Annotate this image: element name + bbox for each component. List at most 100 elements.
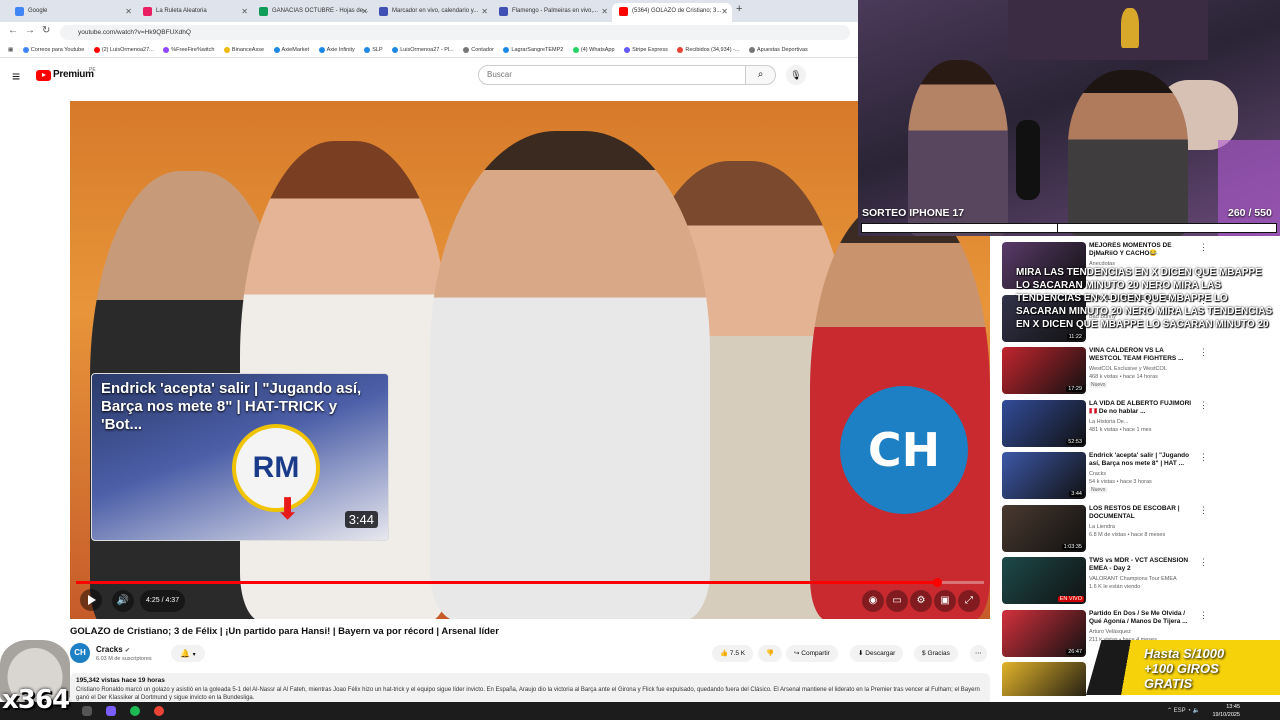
close-icon[interactable]: ✕: [601, 3, 608, 20]
brand-name[interactable]: Premium: [53, 69, 94, 80]
bookmark-item[interactable]: Axie Infinity: [318, 42, 355, 57]
thanks-button[interactable]: $ Gracias: [914, 645, 958, 662]
bookmark-label: LuisOrmenoa27 - Pl...: [400, 47, 454, 53]
search-button[interactable]: ⌕: [746, 65, 776, 85]
youtube-logo-icon[interactable]: [36, 70, 51, 81]
back-icon[interactable]: ←: [8, 25, 18, 36]
bookmark-icon: [22, 46, 29, 53]
bookmark-item[interactable]: LagrarSangreTEMP2: [503, 42, 563, 57]
spotify-icon[interactable]: [130, 706, 140, 716]
bookmark-item[interactable]: SLP: [364, 42, 383, 57]
bookmark-item[interactable]: Contador: [463, 42, 494, 57]
bookmark-item[interactable]: (4) WhatsApp: [572, 42, 615, 57]
progress-bar[interactable]: [76, 578, 984, 587]
bookmark-item[interactable]: AxieMarket: [273, 42, 309, 57]
bookmark-label: Apuestas Deportivas: [757, 47, 808, 53]
menu-icon[interactable]: ≡: [12, 68, 20, 84]
download-button[interactable]: ⬇ Descargar: [850, 645, 904, 662]
tab-google[interactable]: Google ✕: [8, 3, 136, 22]
system-tray[interactable]: ⌃ ESP ◔ 🔈: [1167, 707, 1200, 714]
voice-search-button[interactable]: 🎙: [786, 65, 806, 85]
video-thumbnail[interactable]: 1:03:35: [1002, 504, 1086, 552]
bookmark-icon: [364, 46, 371, 53]
share-button[interactable]: ↪ Compartir: [786, 645, 838, 662]
bookmark-item[interactable]: LuisOrmenoa27 - Pl...: [392, 42, 454, 57]
more-options-icon[interactable]: ⋮: [1199, 505, 1208, 516]
progress-scrubber[interactable]: [932, 578, 942, 587]
channel-avatar[interactable]: CH: [70, 643, 90, 663]
theater-button[interactable]: ▣: [934, 590, 956, 612]
more-options-icon[interactable]: ⋮: [1199, 610, 1208, 621]
tab-youtube-active[interactable]: (5364) GOLAZO de Cristiano; 3... ✕: [612, 3, 732, 22]
bookmark-item[interactable]: (2) LuisOrmenoa27...: [93, 42, 154, 57]
endscreen-video-card[interactable]: Endrick 'acepta' salir | "Jugando así, B…: [91, 373, 389, 541]
video-thumbnail[interactable]: 26:47: [1002, 609, 1086, 657]
fullscreen-button[interactable]: ⤢: [958, 590, 980, 612]
taskbar-app-icon[interactable]: [82, 706, 92, 716]
reload-icon[interactable]: ↻: [42, 25, 50, 36]
video-thumbnail[interactable]: 1:29:26: [1002, 662, 1086, 696]
tab-ganancias[interactable]: GANACIAS OCTUBRE - Hojas de... ✕: [252, 3, 372, 22]
close-icon[interactable]: ✕: [241, 3, 248, 20]
progress-fill: [76, 581, 937, 584]
related-video-item[interactable]: 17:29 VIÑA CALDERON VS LA WESTCOL TEAM FI…: [1002, 347, 1272, 395]
bookmark-item[interactable]: BinanceAsse: [223, 42, 264, 57]
speaker-icon: 🔈: [1192, 708, 1200, 714]
related-video-item[interactable]: 1:03:35 LOS RESTOS DE ESCOBAR | DOCUMENTA…: [1002, 504, 1272, 553]
tab-marcador[interactable]: Marcador en vivo, calendario y... ✕: [372, 3, 492, 22]
video-thumbnail[interactable]: 17:29: [1002, 347, 1086, 394]
video-thumbnail[interactable]: EN VIVO: [1002, 557, 1086, 604]
bookmark-item[interactable]: Stripe Express: [624, 42, 668, 57]
more-actions-button[interactable]: ⋯: [970, 645, 987, 662]
related-video-title: LA VIDA DE ALBERTO FUJIMORI 🇵🇪 De no hab…: [1089, 399, 1192, 415]
more-options-icon[interactable]: ⋮: [1199, 347, 1208, 358]
subtitles-button[interactable]: ▭: [886, 590, 908, 612]
subscribe-bell-button[interactable]: 🔔 ▾: [171, 645, 205, 662]
close-icon[interactable]: ✕: [721, 3, 728, 20]
bookmarks-bar: ▦ Correos para Youtube (2) LuisOrmenoa27…: [0, 42, 858, 58]
video-thumbnail[interactable]: 52:53: [1002, 399, 1086, 447]
more-options-icon[interactable]: ⋮: [1199, 242, 1208, 253]
like-button[interactable]: 👍 7.5 K: [712, 645, 754, 662]
url-field[interactable]: youtube.com/watch?v=Hk9QBFUXdhQ: [60, 25, 850, 40]
close-icon[interactable]: ✕: [361, 3, 368, 20]
bookmark-item[interactable]: %FreeFire%witch: [163, 42, 214, 57]
channel-name[interactable]: Cracks ✔: [96, 645, 130, 654]
new-tab-icon[interactable]: +: [736, 3, 742, 15]
taskbar-app-icon[interactable]: [106, 706, 116, 716]
settings-button[interactable]: ⚙: [910, 590, 932, 612]
close-icon[interactable]: ✕: [481, 3, 488, 20]
more-options-icon[interactable]: ⋮: [1199, 452, 1208, 463]
tab-flamengo[interactable]: Flamengo - Palmeiras en vivo,... ✕: [492, 3, 612, 22]
goal-counter: 260 / 550: [1228, 207, 1272, 219]
more-options-icon[interactable]: ⋮: [1199, 557, 1208, 568]
search-input[interactable]: Buscar: [478, 65, 746, 85]
bookmark-item[interactable]: Correos para Youtube: [22, 42, 84, 57]
more-options-icon[interactable]: ⋮: [1199, 400, 1208, 411]
volume-button[interactable]: 🔊: [112, 590, 134, 612]
chrome-icon[interactable]: [154, 706, 164, 716]
language-indicator: ESP: [1173, 708, 1186, 714]
related-video-item[interactable]: 3:44 Endrick 'acepta' salir | "Jugando as…: [1002, 452, 1272, 500]
score-favicon-icon: [379, 7, 388, 16]
related-video-item[interactable]: EN VIVO TWS vs MDR - VCT ASCENSION EMEA -…: [1002, 557, 1272, 605]
chevron-up-icon: ⌃: [1166, 708, 1172, 714]
play-button[interactable]: [80, 589, 102, 611]
browser-tab-bar: Google ✕ La Ruleta Aleatoria ✕ GANACIAS …: [0, 0, 858, 22]
video-thumbnail[interactable]: 3:44: [1002, 452, 1086, 499]
related-video-meta: 1.6 K le están viendo: [1089, 584, 1141, 590]
bookmark-label: Contador: [471, 47, 494, 53]
bookmark-item[interactable]: Apuestas Deportivas: [749, 42, 808, 57]
tab-label: (5364) GOLAZO de Cristiano; 3...: [632, 8, 722, 14]
dislike-button[interactable]: 👎: [758, 645, 783, 662]
autoplay-toggle[interactable]: ◉: [862, 590, 884, 612]
tab-ruleta[interactable]: La Ruleta Aleatoria ✕: [136, 3, 252, 22]
bookmark-item[interactable]: Recibidos (34,934) -...: [677, 42, 739, 57]
related-video-item[interactable]: 52:53 LA VIDA DE ALBERTO FUJIMORI 🇵🇪 De n…: [1002, 399, 1272, 448]
apps-icon[interactable]: ▦: [8, 42, 13, 57]
thumbs-down-icon: 👎: [766, 650, 775, 657]
taskbar-clock[interactable]: 13:45 19/10/2025: [1212, 703, 1240, 719]
forward-icon[interactable]: →: [25, 25, 35, 36]
close-icon[interactable]: ✕: [125, 3, 132, 20]
video-player[interactable]: CH Endrick 'acepta' salir | "Jugando así…: [70, 101, 990, 619]
